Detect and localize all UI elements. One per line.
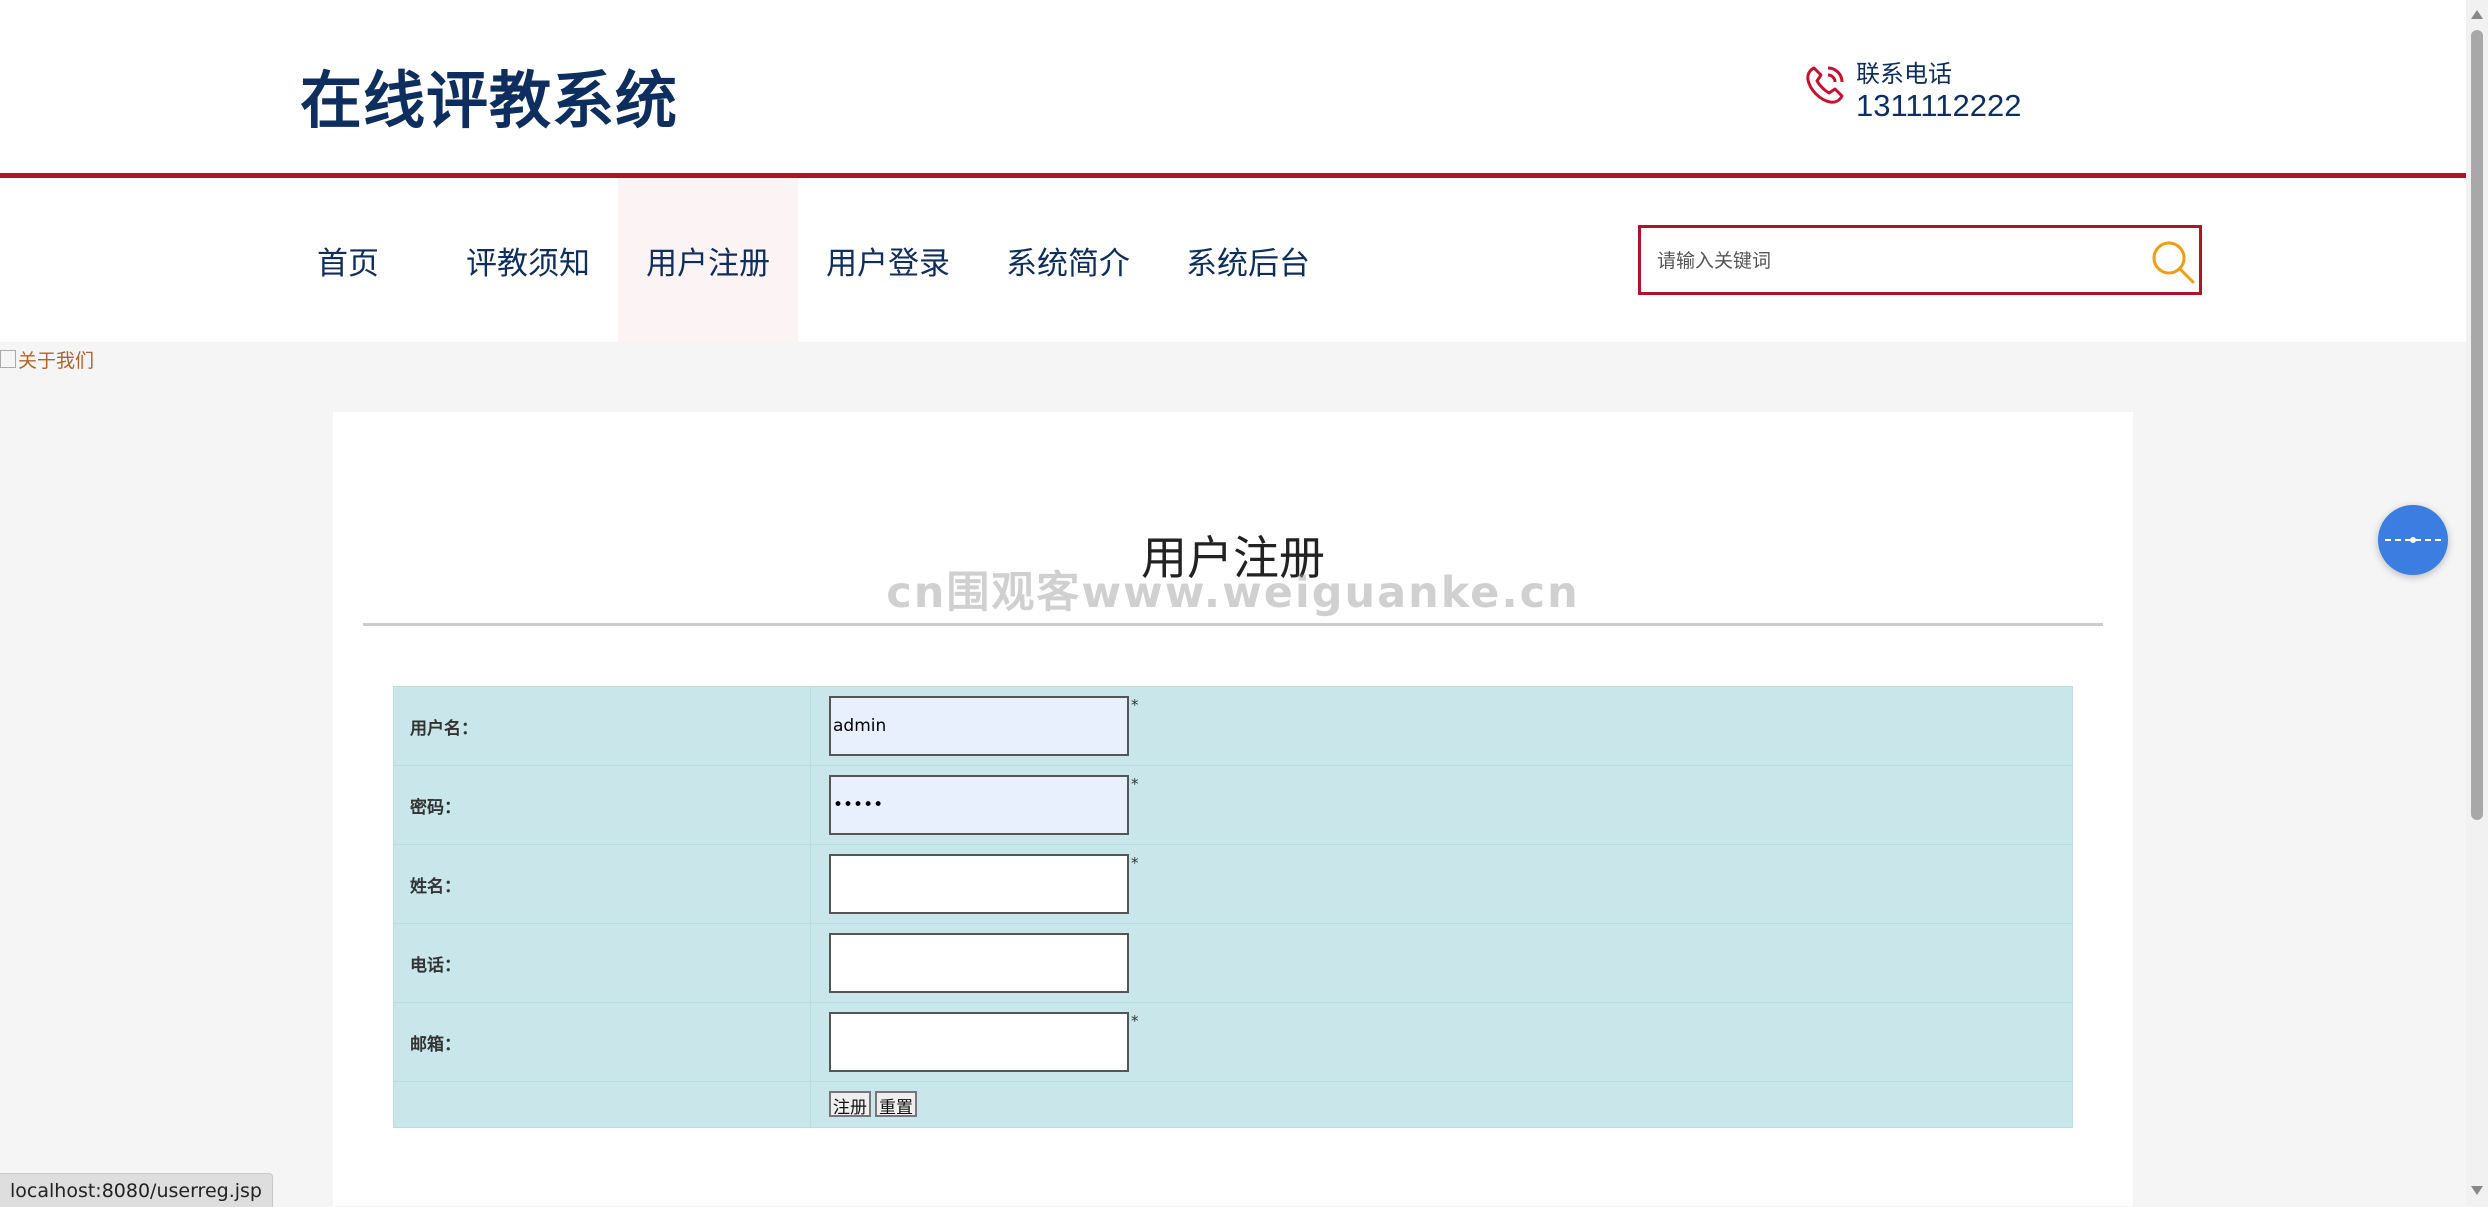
nav-item-admin[interactable]: 系统后台 bbox=[1158, 178, 1338, 342]
email-label: 邮箱： bbox=[393, 1002, 811, 1082]
broken-image-icon bbox=[0, 350, 16, 368]
phone-icon bbox=[1806, 66, 1844, 104]
register-button[interactable]: 注册 bbox=[829, 1091, 871, 1118]
nav-item-notice[interactable]: 评教须知 bbox=[438, 178, 618, 342]
required-mark: * bbox=[1131, 854, 1139, 872]
form-row-password: 密码： * bbox=[393, 765, 2073, 845]
form-row-phone: 电话： bbox=[393, 923, 2073, 1003]
page-title: 用户注册 bbox=[1141, 531, 1325, 585]
about-banner-image[interactable]: 关于我们 bbox=[0, 344, 94, 374]
title-divider bbox=[363, 623, 2103, 626]
name-label: 姓名： bbox=[393, 844, 811, 924]
required-mark: * bbox=[1131, 1012, 1139, 1030]
password-input[interactable] bbox=[829, 775, 1129, 835]
scroll-thumb[interactable] bbox=[2471, 30, 2483, 820]
nav-item-home[interactable]: 首页 bbox=[258, 178, 438, 342]
status-url: localhost:8080/userreg.jsp bbox=[10, 1179, 262, 1202]
username-label: 用户名： bbox=[393, 686, 811, 766]
password-label: 密码： bbox=[393, 765, 811, 845]
nav-item-about[interactable]: 系统简介 bbox=[978, 178, 1158, 342]
form-row-email: 邮箱： * bbox=[393, 1002, 2073, 1082]
form-row-buttons: 注册 重置 bbox=[393, 1081, 2073, 1128]
nav-item-register[interactable]: 用户注册 bbox=[618, 178, 798, 342]
reset-button[interactable]: 重置 bbox=[875, 1091, 917, 1118]
scroll-down-icon[interactable] bbox=[2471, 1186, 2483, 1195]
register-form: 用户名： * 密码： * 姓名： * 电话： 邮箱： * bbox=[393, 686, 2073, 1128]
content-panel: 用户注册 cn围观客www.weiguanke.cn 用户名： * 密码： * … bbox=[333, 412, 2133, 1206]
floating-assistant-button[interactable] bbox=[2378, 505, 2448, 575]
phone-input[interactable] bbox=[829, 933, 1129, 993]
status-bar: localhost:8080/userreg.jsp bbox=[0, 1173, 273, 1207]
email-input[interactable] bbox=[829, 1012, 1129, 1072]
phone-label: 联系电话 bbox=[1856, 60, 1952, 88]
phone-field-label: 电话： bbox=[393, 923, 811, 1003]
search-input[interactable] bbox=[1655, 240, 2129, 282]
search-box bbox=[1638, 225, 2202, 295]
nav-item-login[interactable]: 用户登录 bbox=[798, 178, 978, 342]
search-icon[interactable] bbox=[2149, 238, 2197, 286]
required-mark: * bbox=[1131, 696, 1139, 714]
username-input[interactable] bbox=[829, 696, 1129, 756]
assistant-icon bbox=[2385, 537, 2441, 543]
scroll-up-icon[interactable] bbox=[2471, 10, 2483, 19]
site-title[interactable]: 在线评教系统 bbox=[300, 50, 678, 140]
form-row-name: 姓名： * bbox=[393, 844, 2073, 924]
main-nav: 首页 评教须知 用户注册 用户登录 系统简介 系统后台 bbox=[0, 178, 2466, 342]
about-banner-alt: 关于我们 bbox=[18, 349, 95, 372]
required-mark: * bbox=[1131, 775, 1139, 793]
phone-number: 1311112222 bbox=[1856, 88, 2022, 123]
page-scrollbar[interactable] bbox=[2466, 0, 2488, 1206]
name-input[interactable] bbox=[829, 854, 1129, 914]
form-row-username: 用户名： * bbox=[393, 686, 2073, 766]
site-header: 在线评教系统 联系电话 1311112222 bbox=[0, 0, 2466, 178]
